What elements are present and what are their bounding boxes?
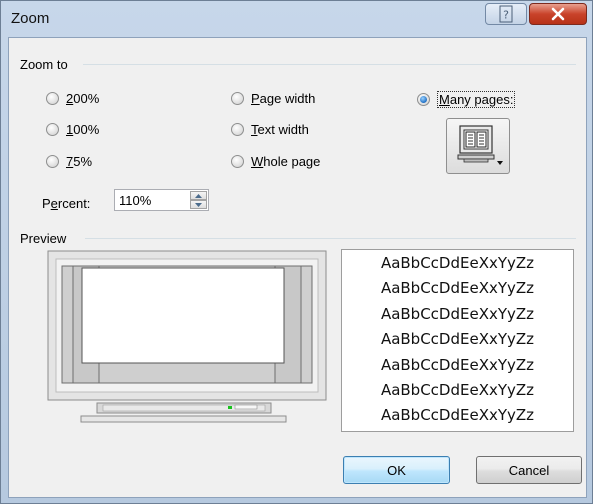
preview-monitor <box>47 250 333 450</box>
sample-line: AaBbCcDdEeXxYyZz <box>380 330 535 349</box>
question-mark-icon: ? <box>499 5 513 23</box>
spin-up-button[interactable] <box>190 191 207 200</box>
monitor-preview-icon <box>47 250 327 423</box>
radio-label-text-width: Text width <box>251 122 309 137</box>
radio-label-page-width: Page width <box>251 91 316 106</box>
spin-down-button[interactable] <box>190 200 207 209</box>
sample-line: AaBbCcDdEeXxYyZz <box>380 406 535 425</box>
triangle-up-icon <box>195 193 202 198</box>
sample-line: AaBbCcDdEeXxYyZz <box>380 279 535 298</box>
radio-text-width[interactable]: Text width <box>231 122 309 137</box>
close-button[interactable] <box>529 3 587 25</box>
radio-label-75-percent: 75% <box>66 154 93 169</box>
close-x-icon <box>551 7 565 21</box>
radio-button[interactable] <box>231 155 244 168</box>
radio-button[interactable] <box>231 92 244 105</box>
zoom-to-group-label: Zoom to <box>20 57 72 72</box>
percent-label: Percent: <box>42 196 91 211</box>
preview-group-label: Preview <box>20 231 71 246</box>
title-bar[interactable]: Zoom ? <box>1 1 593 37</box>
monitor-multiple-pages-icon <box>457 125 503 165</box>
radio-75-percent[interactable]: 75% <box>46 154 92 169</box>
radio-button[interactable] <box>46 123 59 136</box>
sample-line: AaBbCcDdEeXxYyZz <box>380 254 535 272</box>
preview-sample-text: AaBbCcDdEeXxYyZz AaBbCcDdEeXxYyZz AaBbCc… <box>341 249 574 432</box>
many-pages-button[interactable] <box>446 118 510 174</box>
radio-label-whole-page: Whole page <box>251 154 321 169</box>
dialog-body: Zoom to 200% 100% 75% Page width Text wi… <box>8 37 587 498</box>
ok-button[interactable]: OK <box>343 456 450 484</box>
sample-line: AaBbCcDdEeXxYyZz <box>380 355 535 374</box>
radio-button[interactable] <box>231 123 244 136</box>
radio-button-selected[interactable] <box>417 93 430 106</box>
zoom-dialog: Zoom ? Zoom to 200% 100% 75% Page width … <box>0 0 593 504</box>
percent-input[interactable]: 110% <box>119 193 151 208</box>
radio-100-percent[interactable]: 100% <box>46 122 99 137</box>
sample-line: AaBbCcDdEeXxYyZz <box>380 304 535 323</box>
radio-whole-page[interactable]: Whole page <box>231 154 320 169</box>
group-divider <box>83 64 576 65</box>
chevron-down-icon <box>497 161 503 165</box>
radio-page-width[interactable]: Page width <box>231 91 315 106</box>
triangle-down-icon <box>195 202 202 207</box>
help-button[interactable]: ? <box>485 3 527 25</box>
sample-line: AaBbCcDdEeXxYyZz <box>380 380 535 399</box>
radio-button[interactable] <box>46 92 59 105</box>
dialog-title: Zoom <box>11 10 50 27</box>
group-divider <box>85 238 576 239</box>
radio-200-percent[interactable]: 200% <box>46 91 99 106</box>
percent-spinbox[interactable]: 110% <box>114 189 209 211</box>
cancel-button[interactable]: Cancel <box>476 456 582 484</box>
percent-spin-buttons <box>190 191 207 209</box>
svg-text:?: ? <box>503 9 509 22</box>
radio-many-pages[interactable]: Many pages: <box>417 91 516 108</box>
radio-label-200-percent: 200% <box>66 91 100 106</box>
radio-label-100-percent: 100% <box>66 122 100 137</box>
radio-label-many-pages: Many pages: <box>437 91 516 108</box>
radio-button[interactable] <box>46 155 59 168</box>
